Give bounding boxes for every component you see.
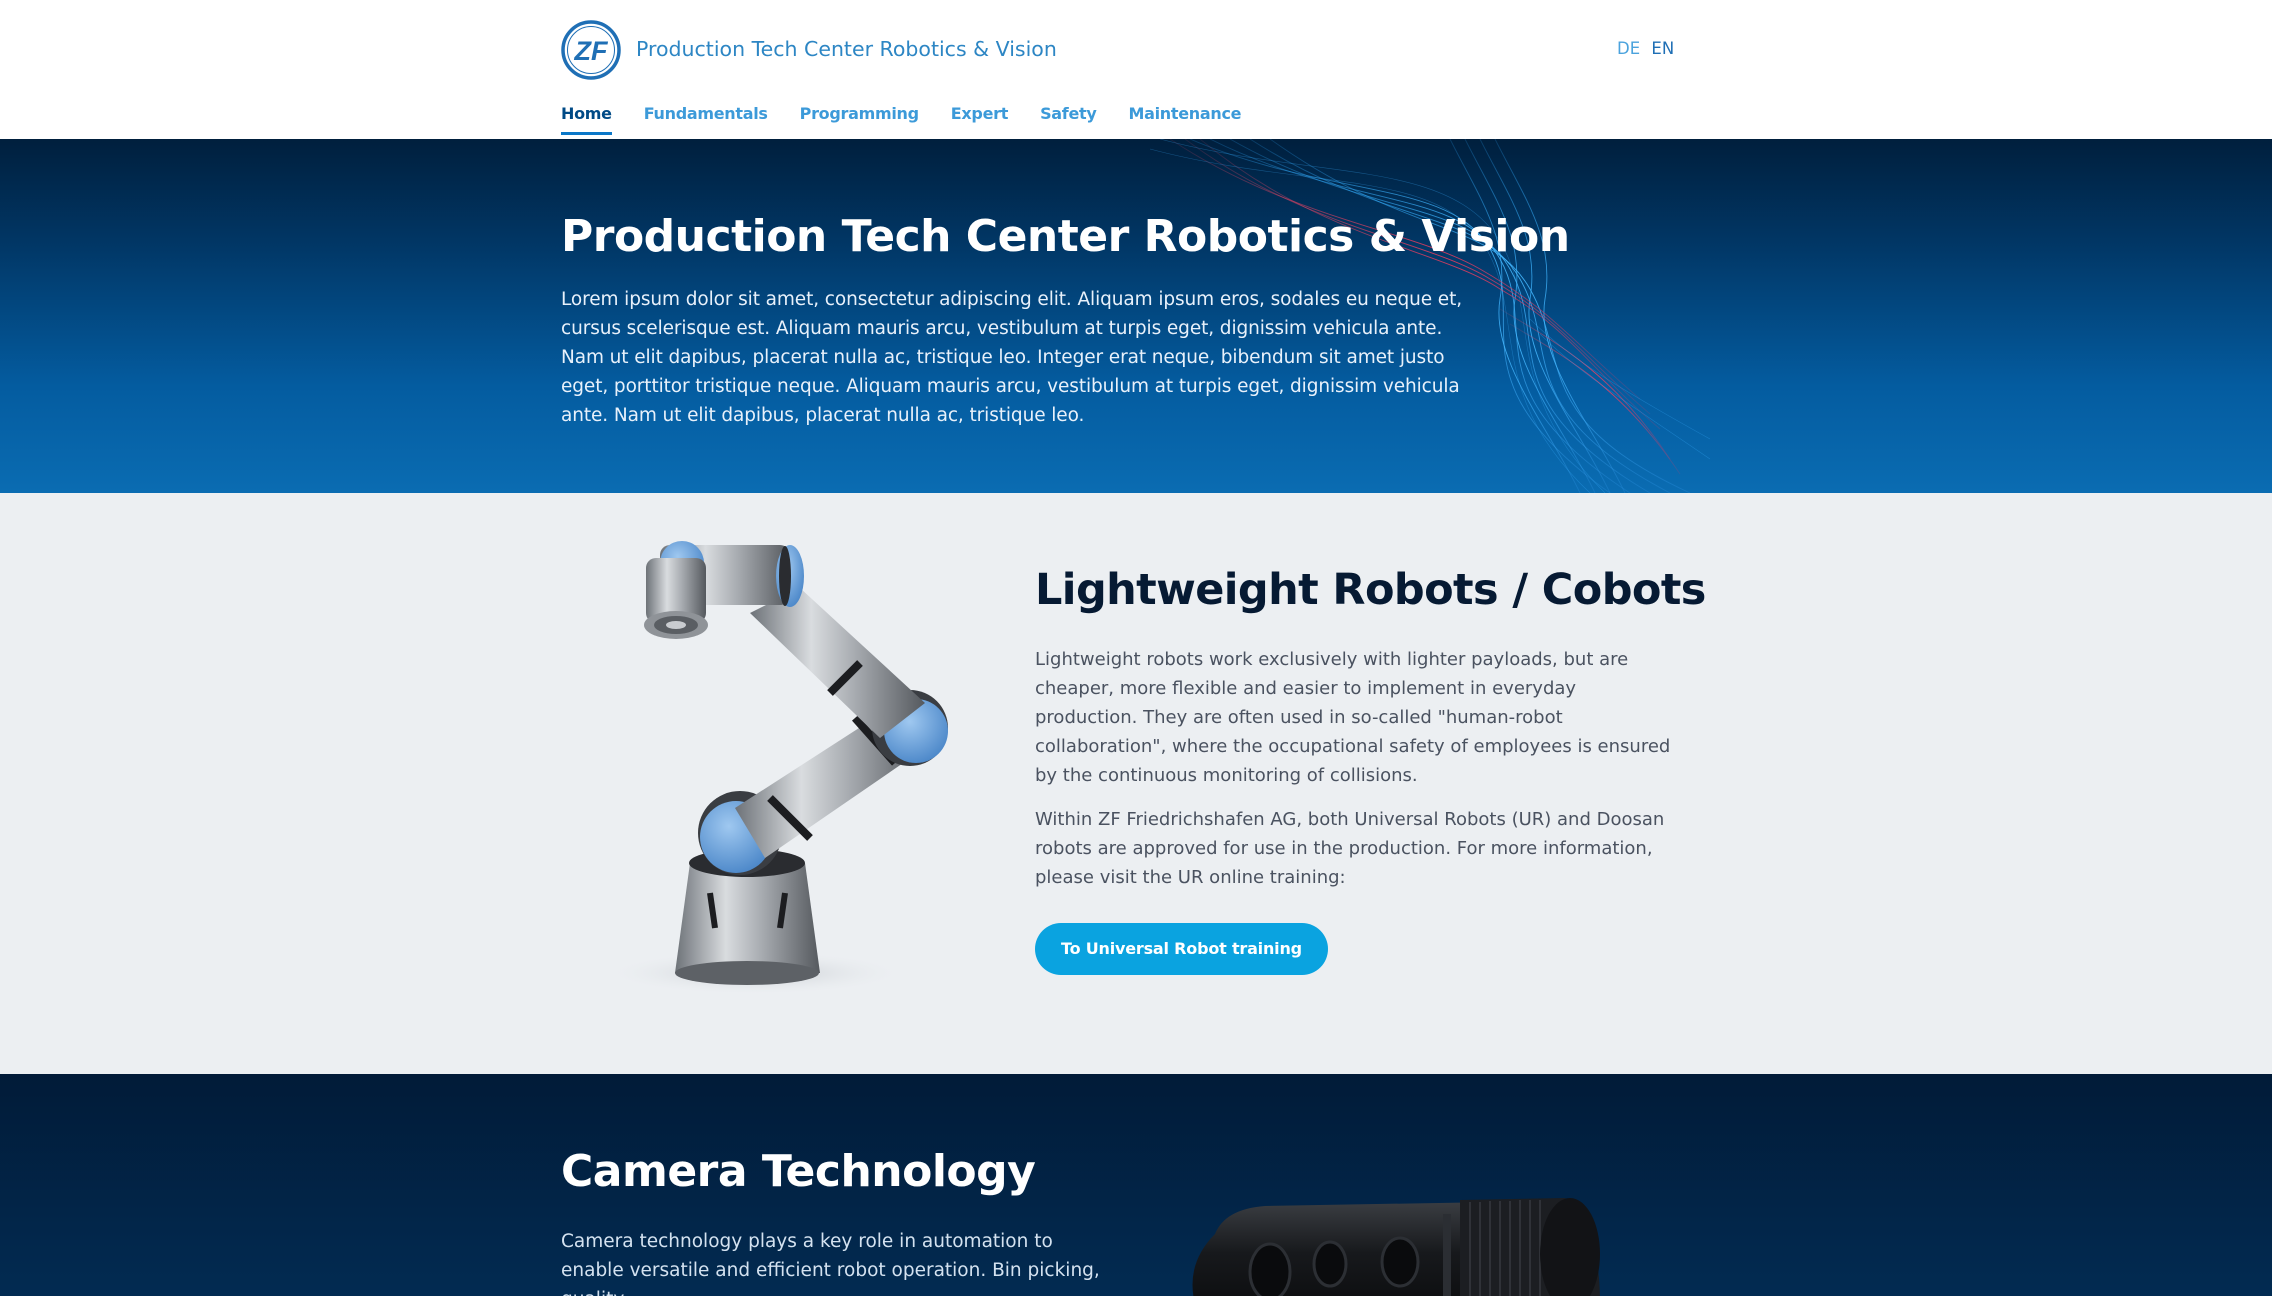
site-title[interactable]: Production Tech Center Robotics & Vision [636,34,1057,64]
nav-safety[interactable]: Safety [1040,102,1097,135]
zf-logo[interactable]: ZF [561,20,621,80]
lang-de-link[interactable]: DE [1617,39,1640,58]
camera-description: Camera technology plays a key role in au… [561,1231,1100,1296]
hero-title: Production Tech Center Robotics & Vision [561,211,1570,262]
camera-image [1192,1198,1600,1296]
nav-programming[interactable]: Programming [800,102,919,135]
site-header: ZF Production Tech Center Robotics & Vis… [0,0,2272,139]
cobots-section: Lightweight Robots / Cobots Lightweight … [0,493,2272,1074]
camera-title: Camera Technology [561,1146,1036,1197]
main-nav: Home Fundamentals Programming Expert Saf… [561,102,1242,135]
cobots-title: Lightweight Robots / Cobots [1035,565,1706,615]
cobot-image [605,541,948,995]
nav-fundamentals[interactable]: Fundamentals [644,102,768,135]
zf-logo-text: ZF [574,36,609,66]
hero-banner: Production Tech Center Robotics & Vision… [0,139,2272,493]
nav-home[interactable]: Home [561,102,612,135]
cobots-description: Lightweight robots work exclusively with… [1035,649,1671,786]
cobots-zf-info: Within ZF Friedrichshafen AG, both Unive… [1035,809,1665,888]
nav-expert[interactable]: Expert [951,102,1009,135]
nav-maintenance[interactable]: Maintenance [1129,102,1242,135]
universal-robot-training-button[interactable]: To Universal Robot training [1035,923,1328,975]
camera-section: Camera Technology Camera technology play… [0,1074,2272,1296]
lang-en-link[interactable]: EN [1651,39,1674,58]
language-switcher: DE EN [1617,37,1674,61]
hero-text: Lorem ipsum dolor sit amet, consectetur … [561,289,1463,426]
